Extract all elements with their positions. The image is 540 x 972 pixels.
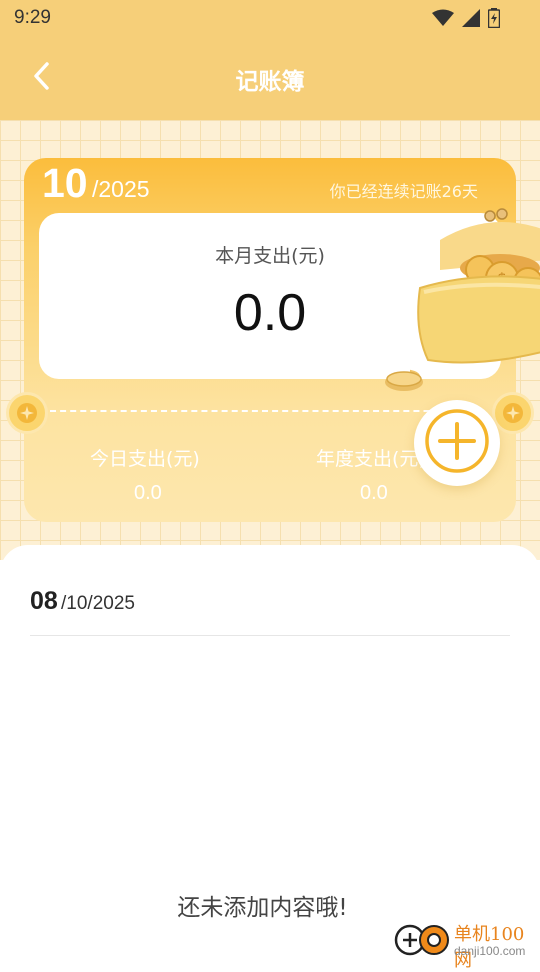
streak-text: 你已经连续记账26天 [329, 182, 478, 201]
records-sheet: 08 /10/2025 还未添加内容哦! [0, 545, 540, 960]
coin-icon [384, 370, 424, 392]
current-month: 10 [42, 160, 88, 206]
status-time: 9:29 [14, 7, 51, 28]
plus-icon [424, 408, 490, 478]
today-expense-label: 今日支出(元) [90, 448, 200, 470]
coin-purse-illustration: $ [384, 200, 540, 383]
signal-icon [462, 9, 480, 27]
add-record-button[interactable] [414, 400, 500, 486]
battery-icon [488, 8, 500, 28]
coin-icon [492, 392, 534, 434]
current-year: /2025 [92, 176, 150, 202]
record-date-month-year: /10/2025 [61, 593, 135, 614]
app-header: 记账簿 [0, 38, 540, 120]
watermark-url: danji100.com [454, 944, 526, 958]
divider-dashed [50, 410, 480, 412]
year-expense-value: 0.0 [360, 482, 388, 504]
watermark-logo-icon [392, 920, 452, 956]
year-expense-label: 年度支出(元) [316, 448, 426, 470]
wifi-icon [432, 9, 454, 27]
record-date-day: 08 [30, 587, 58, 615]
divider [30, 635, 510, 636]
status-bar: 9:29 [0, 0, 540, 38]
watermark: 单机100网 danji100.com [392, 914, 540, 971]
today-expense-value: 0.0 [134, 482, 162, 504]
coin-icon [6, 392, 48, 434]
page-title: 记账簿 [235, 69, 305, 95]
status-icons [432, 8, 500, 28]
